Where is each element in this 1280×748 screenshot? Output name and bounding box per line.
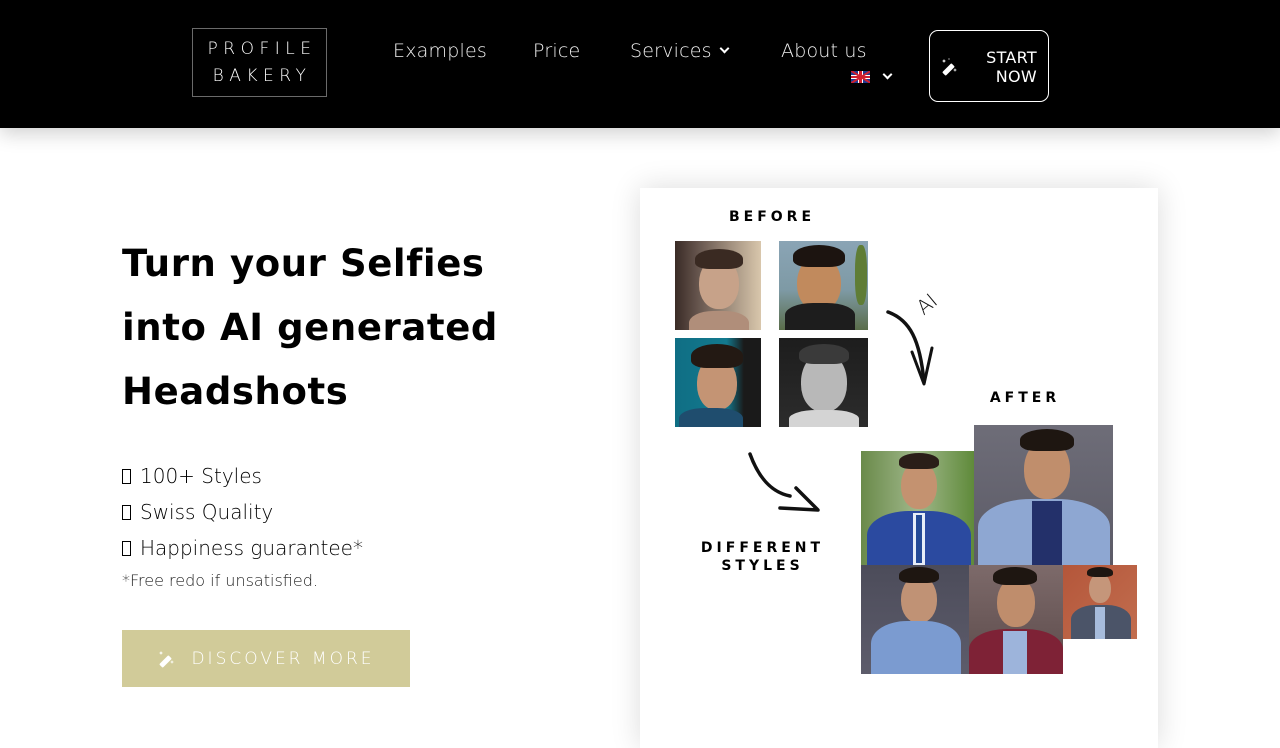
box-glyph-icon (122, 540, 131, 556)
before-photo-2 (779, 241, 868, 330)
after-label: AFTER (989, 390, 1061, 406)
uk-flag-icon (851, 71, 870, 83)
start-now-line-1: START (986, 48, 1037, 67)
nav-services-label: Services (630, 40, 712, 62)
styles-label-line-1: DIFFERENT (700, 540, 825, 556)
nav-about-label: About us (781, 40, 867, 62)
box-glyph-icon (122, 468, 131, 484)
after-photo-5 (1063, 565, 1137, 639)
before-photo-4 (779, 338, 868, 427)
box-glyph-icon (122, 504, 131, 520)
nav-examples[interactable]: Examples (393, 40, 487, 62)
start-now-button[interactable]: START NOW (929, 30, 1049, 102)
hero-title-line-3: Headshots (122, 370, 349, 413)
feature-text: Swiss Quality (140, 500, 274, 524)
magic-wand-icon (159, 650, 175, 667)
hero-title-line-1: Turn your Selfies (122, 242, 485, 285)
before-label: BEFORE (728, 209, 816, 225)
nav-about-us[interactable]: About us (781, 40, 867, 62)
after-photo-4 (969, 565, 1063, 674)
start-now-line-2: NOW (995, 67, 1037, 86)
feature-item: 100+ Styles (122, 458, 363, 494)
chevron-down-icon (719, 43, 730, 54)
after-photo-2 (974, 425, 1113, 565)
after-photo-1 (861, 451, 974, 565)
nav-services[interactable]: Services (630, 40, 730, 62)
styles-label-line-2: STYLES (721, 558, 804, 574)
chevron-down-icon (882, 69, 893, 79)
magic-wand-icon (942, 58, 957, 76)
feature-item: Happiness guarantee* (122, 530, 363, 566)
hero-title-line-2: into AI generated (122, 306, 498, 349)
different-styles-label: DIFFERENT STYLES (690, 539, 835, 575)
before-photo-3 (675, 338, 761, 427)
before-photo-1 (675, 241, 761, 330)
nav-price-label: Price (533, 40, 581, 62)
feature-text: Happiness guarantee* (140, 536, 363, 560)
discover-more-button[interactable]: DISCOVER MORE (122, 630, 410, 687)
feature-item: Swiss Quality (122, 494, 363, 530)
nav-examples-label: Examples (393, 40, 487, 62)
feature-text: 100+ Styles (140, 464, 262, 488)
start-now-label: START NOW (986, 48, 1037, 86)
logo-line-2: BAKERY (212, 65, 312, 86)
logo-line-1: PROFILE (207, 38, 317, 59)
logo[interactable]: PROFILE BAKERY (192, 28, 327, 97)
hero-title: Turn your Selfies into AI generated Head… (122, 232, 562, 424)
nav-price[interactable]: Price (533, 40, 580, 62)
discover-more-label: DISCOVER MORE (191, 648, 375, 669)
footnote: *Free redo if unsatisfied. (122, 571, 318, 590)
site-header: PROFILE BAKERY Examples Price Services A… (0, 0, 1280, 128)
feature-list: 100+ Styles Swiss Quality Happiness guar… (122, 458, 363, 566)
after-photo-3 (861, 565, 969, 674)
styles-arrow-icon (748, 452, 820, 512)
language-selector[interactable] (851, 69, 893, 83)
